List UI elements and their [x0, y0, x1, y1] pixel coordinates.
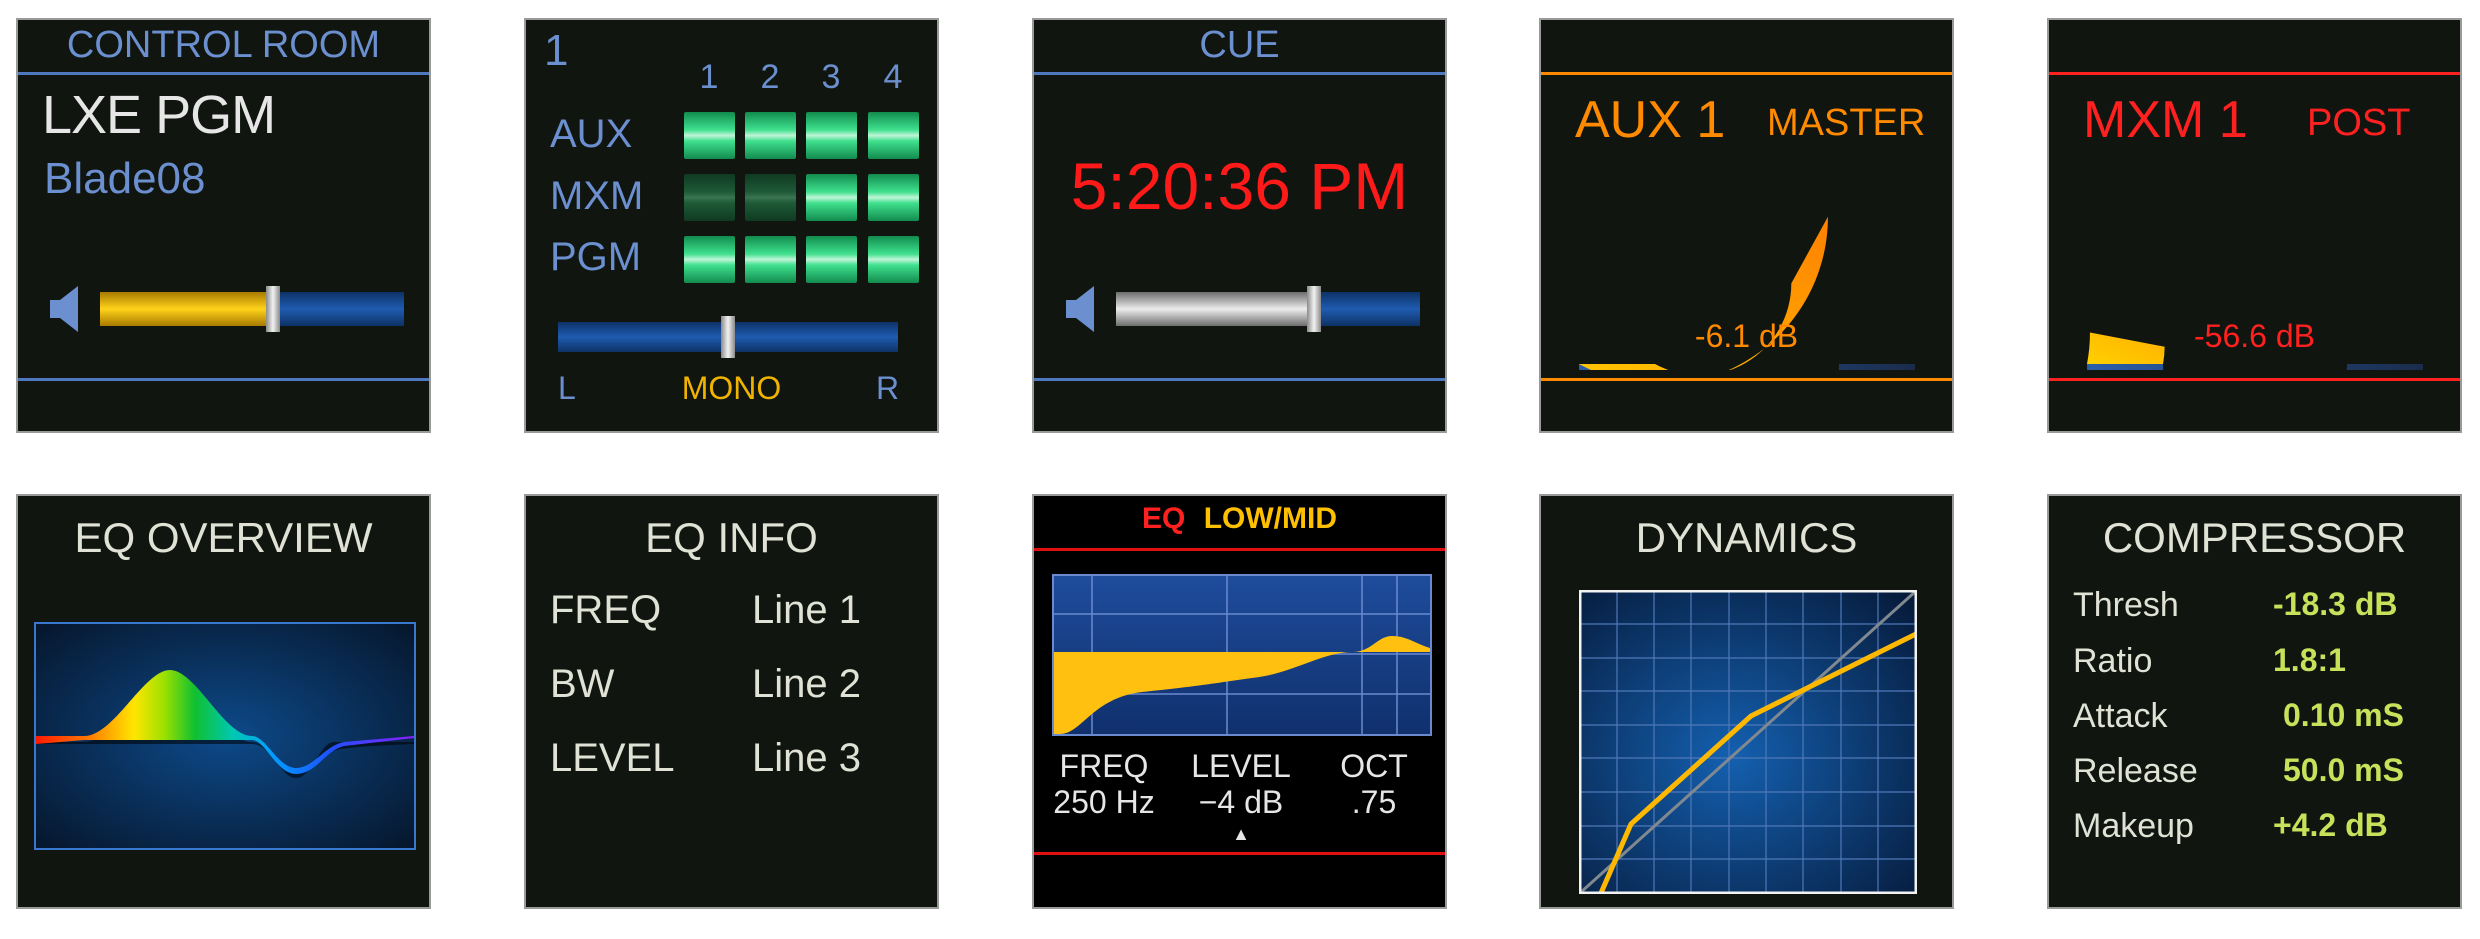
param-label-freq: FREQ	[1059, 748, 1149, 784]
eq-overview-graph	[34, 622, 416, 850]
pan-right-label: R	[876, 370, 900, 406]
mxm-value: -56.6 dB	[2194, 318, 2315, 354]
assign-aux-1-button[interactable]	[684, 112, 735, 159]
eq-band-title: EQ LOW/MID	[1034, 502, 1445, 536]
comp-value-thresh[interactable]: -18.3 dB	[2273, 586, 2397, 623]
assign-pgm-2-button[interactable]	[745, 236, 796, 283]
comp-value-makeup[interactable]: +4.2 dB	[2273, 807, 2388, 844]
output-name: LXE PGM	[42, 85, 276, 145]
info-value-freq: Line 1	[752, 588, 861, 632]
comp-value-ratio[interactable]: 1.8:1	[2273, 642, 2346, 679]
divider-top	[1034, 548, 1445, 551]
dynamics-graph	[1579, 590, 1917, 894]
channel-number: 1	[544, 26, 569, 75]
comp-label-thresh: Thresh	[2073, 586, 2179, 624]
info-value-level: Line 3	[752, 736, 861, 780]
eq-label: EQ	[1141, 502, 1186, 535]
dynamics-panel: DYNAMICS	[1539, 494, 1954, 909]
assign-aux-3-button[interactable]	[806, 112, 857, 159]
aux-value: -6.1 dB	[1694, 318, 1799, 354]
param-label-level: LEVEL	[1191, 748, 1291, 784]
assign-pgm-4-button[interactable]	[868, 236, 919, 283]
assign-mxm-1-button[interactable]	[684, 174, 735, 221]
divider-bottom	[1034, 852, 1445, 855]
device-name: Blade08	[44, 154, 206, 203]
compressor-title: COMPRESSOR	[2102, 514, 2407, 561]
speaker-icon[interactable]	[50, 284, 80, 334]
cue-panel: CUE 5:20:36 PM	[1032, 18, 1447, 433]
assign-mxm-4-button[interactable]	[868, 174, 919, 221]
divider-top	[18, 72, 429, 75]
eq-info-panel: EQ INFO FREQ Line 1 BW Line 2 LEVEL Line…	[524, 494, 939, 909]
speaker-icon[interactable]	[1066, 284, 1096, 334]
info-value-bw: Line 2	[752, 662, 861, 706]
comp-value-attack[interactable]: 0.10 mS	[2283, 697, 2404, 734]
row-label-pgm: PGM	[550, 235, 642, 279]
param-label-oct: OCT	[1340, 748, 1408, 784]
info-label-level: LEVEL	[550, 736, 675, 780]
mxm-name: MXM 1	[2083, 91, 2248, 149]
fader-thumb[interactable]	[266, 286, 280, 332]
row-label-aux: AUX	[550, 112, 633, 156]
clock-display: 5:20:36 PM	[1070, 149, 1409, 223]
eq-band-panel: EQ LOW/MID FREQ 250 Hz LEVEL −4 dB OCT .…	[1032, 494, 1447, 909]
param-value-level[interactable]: −4 dB	[1178, 784, 1304, 821]
cue-fader[interactable]	[1116, 286, 1420, 332]
gauge-track	[2087, 364, 2423, 370]
divider-top	[1034, 72, 1445, 75]
column-3: 3	[821, 58, 841, 96]
aux-name: AUX 1	[1575, 91, 1726, 149]
info-label-bw: BW	[550, 662, 615, 706]
column-1: 1	[699, 58, 719, 96]
band-label: LOW/MID	[1203, 502, 1337, 535]
pan-slider[interactable]	[558, 316, 898, 358]
assign-matrix-panel: 1 1 2 3 4 AUX MXM PGM L MONO R	[524, 18, 939, 433]
comp-label-attack: Attack	[2073, 697, 2168, 735]
control-room-panel: CONTROL ROOM LXE PGM Blade08	[16, 18, 431, 433]
divider-top	[2049, 72, 2460, 75]
mxm-mode: POST	[2307, 102, 2411, 144]
param-value-oct[interactable]: .75	[1324, 784, 1424, 821]
pan-thumb[interactable]	[721, 316, 735, 358]
divider-bottom	[18, 378, 429, 381]
volume-fader[interactable]	[100, 286, 404, 332]
assign-pgm-3-button[interactable]	[806, 236, 857, 283]
assign-pgm-1-button[interactable]	[684, 236, 735, 283]
aux-meter-panel: AUX 1 MASTER -6.1 dB	[1539, 18, 1954, 433]
compressor-panel: COMPRESSOR Thresh -18.3 dB Ratio 1.8:1 A…	[2047, 494, 2462, 909]
comp-label-ratio: Ratio	[2073, 642, 2153, 680]
eq-info-title: EQ INFO	[645, 514, 818, 561]
divider-top	[1541, 72, 1952, 75]
divider-bottom	[1541, 378, 1952, 381]
dynamics-title: DYNAMICS	[1635, 514, 1858, 561]
cue-title: CUE	[1199, 24, 1280, 66]
row-label-mxm: MXM	[550, 174, 644, 218]
comp-label-makeup: Makeup	[2073, 807, 2194, 845]
assign-mxm-2-button[interactable]	[745, 174, 796, 221]
comp-label-release: Release	[2073, 752, 2198, 790]
comp-value-release[interactable]: 50.0 mS	[2283, 752, 2404, 789]
assign-mxm-3-button[interactable]	[806, 174, 857, 221]
column-2: 2	[760, 58, 780, 96]
fader-level-fill	[100, 292, 273, 326]
selected-param-marker: ▲	[1232, 824, 1250, 844]
mxm-meter-panel: MXM 1 POST -56.6 dB	[2047, 18, 2462, 433]
assign-aux-2-button[interactable]	[745, 112, 796, 159]
info-label-freq: FREQ	[550, 588, 662, 632]
control-room-title: CONTROL ROOM	[66, 24, 381, 66]
fader-level-fill	[1116, 292, 1314, 326]
eq-overview-panel: EQ OVERVIEW	[16, 494, 431, 909]
fader-thumb[interactable]	[1307, 286, 1321, 332]
divider-bottom	[1034, 378, 1445, 381]
eq-band-graph	[1052, 574, 1432, 736]
column-4: 4	[883, 58, 903, 96]
eq-overview-title: EQ OVERVIEW	[74, 514, 373, 561]
assign-aux-4-button[interactable]	[868, 112, 919, 159]
param-value-freq[interactable]: 250 Hz	[1044, 784, 1164, 821]
divider-bottom	[2049, 378, 2460, 381]
aux-mode: MASTER	[1767, 102, 1926, 144]
